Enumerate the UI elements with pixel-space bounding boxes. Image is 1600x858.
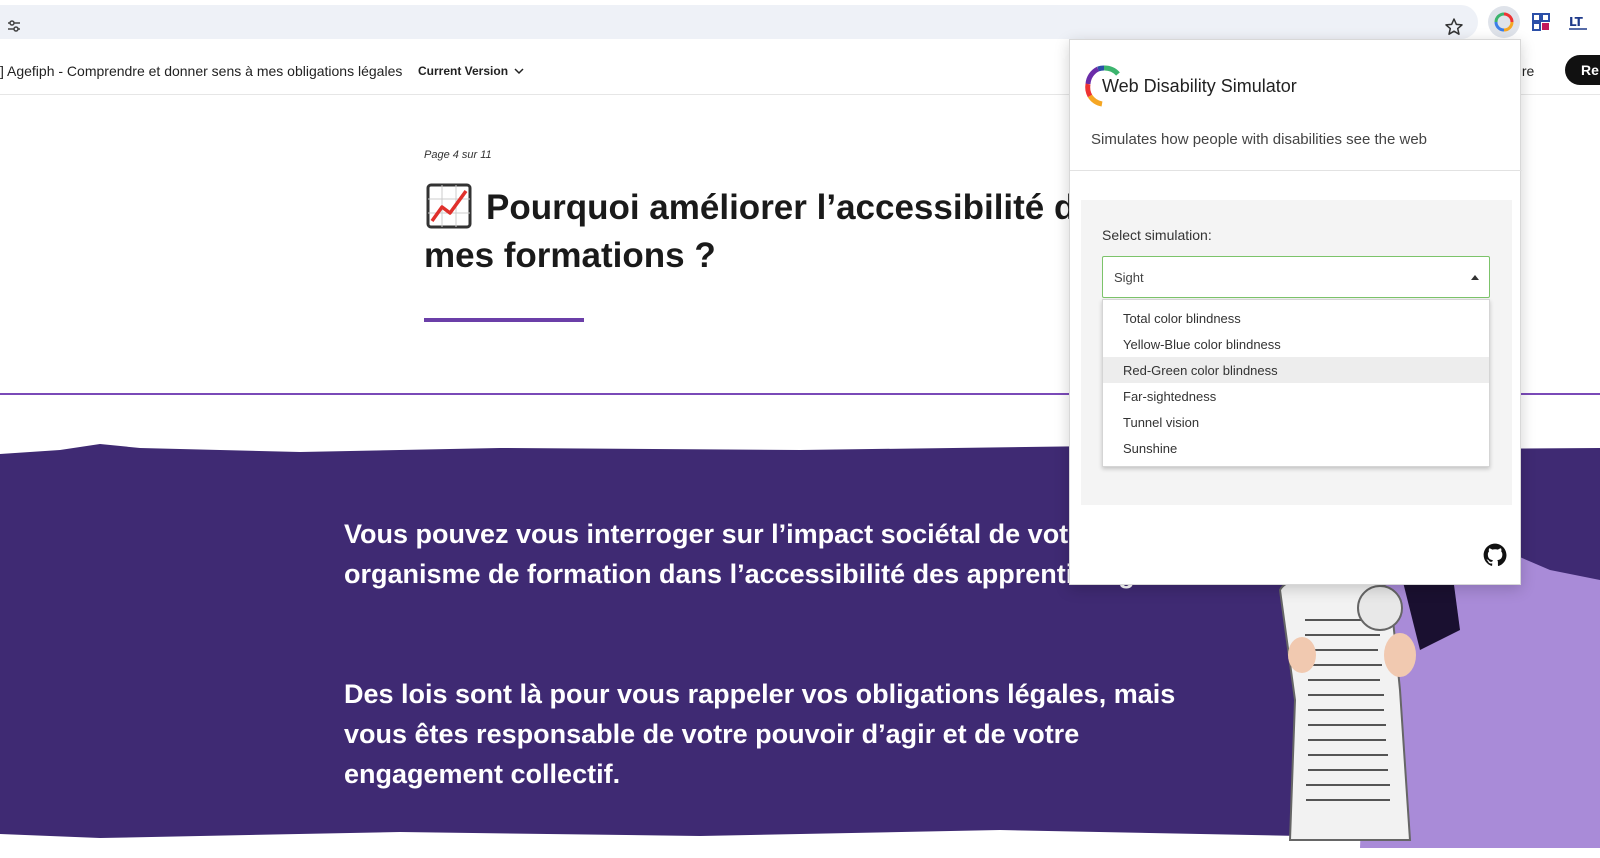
course-title[interactable]: ] Agefiph - Comprendre et donner sens à … <box>0 63 402 79</box>
version-label: Current Version <box>418 64 509 78</box>
web-disability-simulator-extension-button[interactable] <box>1488 6 1520 38</box>
version-dropdown[interactable]: Current Version <box>418 64 524 78</box>
heading-underline <box>424 318 584 322</box>
simulation-select[interactable]: Sight <box>1102 256 1490 298</box>
star-icon[interactable] <box>1444 17 1464 37</box>
extension-popup: Web Disability Simulator Simulates how p… <box>1069 39 1522 585</box>
caret-up-icon <box>1471 275 1479 280</box>
option-tunnel-vision[interactable]: Tunnel vision <box>1103 409 1489 435</box>
header-action-button[interactable]: Re <box>1565 55 1600 85</box>
translate-extension-icon[interactable]: LT <box>1568 12 1588 32</box>
band-paragraph-legal: Des lois sont là pour vous rappeler vos … <box>344 679 1176 789</box>
tune-icon[interactable] <box>6 18 22 34</box>
popup-divider <box>1070 170 1522 171</box>
option-total-color-blindness[interactable]: Total color blindness <box>1103 305 1489 331</box>
page-title: Pourquoi améliorer l’accessibilité de me… <box>424 188 1095 275</box>
grid-extension-icon[interactable] <box>1531 12 1551 32</box>
address-bar[interactable] <box>0 5 1478 39</box>
option-far-sightedness[interactable]: Far-sightedness <box>1103 383 1489 409</box>
page-counter: Page 4 sur 11 <box>424 149 492 161</box>
svg-text:LT: LT <box>1569 15 1584 29</box>
popup-subtitle: Simulates how people with disabilities s… <box>1091 131 1428 148</box>
option-yellow-blue-color-blindness[interactable]: Yellow-Blue color blindness <box>1103 331 1489 357</box>
select-simulation-label: Select simulation: <box>1102 227 1212 243</box>
option-sunshine[interactable]: Sunshine <box>1103 435 1489 461</box>
web-disability-simulator-extension-icon <box>1494 12 1514 32</box>
chevron-down-icon <box>514 68 524 75</box>
simulation-options-list: Total color blindness Yellow-Blue color … <box>1102 299 1490 467</box>
popup-title: Web Disability Simulator <box>1102 76 1297 96</box>
browser-toolbar: LT <box>0 0 1600 44</box>
simulation-select-value: Sight <box>1114 270 1144 285</box>
option-red-green-color-blindness[interactable]: Red-Green color blindness <box>1103 357 1489 383</box>
github-icon[interactable] <box>1482 542 1508 568</box>
